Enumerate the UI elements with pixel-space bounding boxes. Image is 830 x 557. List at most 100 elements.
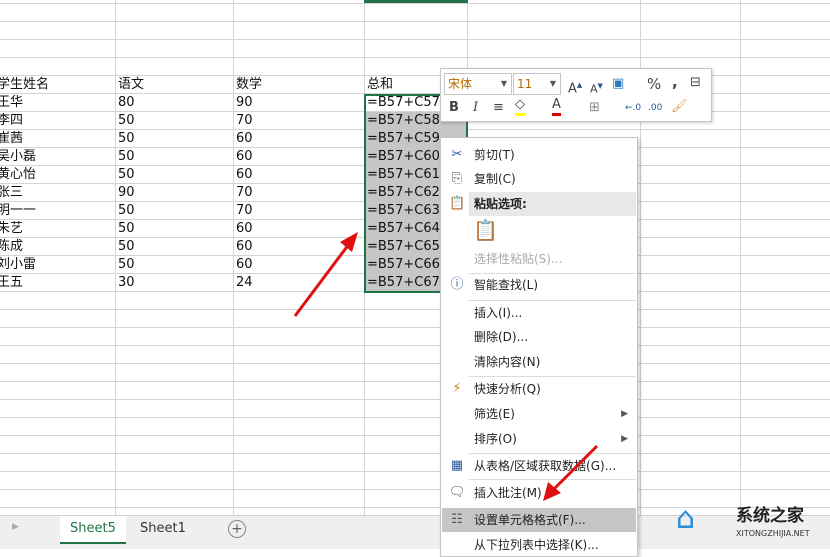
table-cell[interactable]: 张三	[0, 184, 107, 202]
menu-item-sort[interactable]: 排序(O) ▶	[442, 427, 636, 451]
italic-icon[interactable]: I	[473, 99, 478, 117]
paste-options-header: 粘贴选项:	[469, 192, 636, 216]
menu-item-format-cells[interactable]: ☷ 设置单元格格式(F)...	[442, 508, 636, 532]
add-sheet-button[interactable]: +	[228, 520, 246, 538]
menu-item-filter[interactable]: 筛选(E) ▶	[442, 402, 636, 426]
menu-label: 插入批注(M)	[474, 486, 542, 500]
tab-sheet1[interactable]: Sheet1	[130, 516, 196, 544]
table-cell[interactable]: 李四	[0, 112, 107, 130]
menu-item-copy[interactable]: ⎘ 复制(C)	[442, 167, 636, 191]
table-cell[interactable]: 60	[236, 148, 346, 166]
paste-option-icon[interactable]: 📋	[473, 218, 498, 242]
table-cell[interactable]: 60	[236, 130, 346, 148]
font-size-select[interactable]: 11 ▼	[513, 73, 561, 95]
table-cell[interactable]: 50	[118, 238, 228, 256]
table-cell[interactable]: 50	[118, 202, 228, 220]
comma-style-button[interactable]: ,	[672, 73, 678, 91]
decrease-decimal-icon[interactable]: .00	[648, 99, 662, 117]
increase-font-icon[interactable]: A▲	[568, 76, 582, 98]
borders-icon[interactable]: ⊞	[589, 99, 600, 117]
table-cell[interactable]: 50	[118, 166, 228, 184]
submenu-arrow-icon: ▶	[621, 409, 628, 419]
menu-label: 粘贴选项:	[474, 197, 527, 211]
percent-style-button[interactable]: %	[647, 75, 661, 93]
header-cell[interactable]: 语文	[118, 76, 228, 94]
table-cell[interactable]: 明一一	[0, 202, 107, 220]
accounting-format-icon[interactable]: ▣	[612, 75, 624, 93]
font-name-select[interactable]: 宋体 ▼	[444, 73, 512, 95]
table-cell[interactable]: 90	[118, 184, 228, 202]
menu-label: 复制(C)	[474, 172, 516, 186]
header-cell[interactable]: 数学	[236, 76, 346, 94]
menu-item-cut[interactable]: ✂ 剪切(T)	[442, 143, 636, 167]
table-cell[interactable]: 刘小雷	[0, 256, 107, 274]
watermark-name: 系统之家	[736, 506, 804, 526]
menu-item-smart-lookup[interactable]: ⓘ 智能查找(L)	[442, 273, 636, 297]
font-size: 11	[517, 77, 533, 91]
chevron-down-icon: ▼	[500, 79, 507, 88]
table-cell[interactable]: 王五	[0, 274, 107, 292]
table-cell[interactable]: 吴小磊	[0, 148, 107, 166]
mini-toolbar: 宋体 ▼ 11 ▼ A▲ A▼ ▣ % , ⊟ B I ≡ ◇ A ⊞ ←.0 .0…	[440, 68, 712, 122]
table-cell[interactable]: 50	[118, 256, 228, 274]
selected-column-indicator	[364, 0, 468, 3]
table-cell[interactable]: 50	[118, 112, 228, 130]
menu-separator	[469, 479, 636, 480]
table-cell[interactable]: 70	[236, 184, 346, 202]
format-painter-icon[interactable]: 🖌	[671, 98, 688, 116]
chevron-down-icon: ▼	[549, 79, 556, 88]
bold-icon[interactable]: B	[449, 99, 459, 117]
table-cell[interactable]: 60	[236, 166, 346, 184]
scroll-tabs-icon[interactable]: ▶	[12, 522, 19, 532]
column-divider	[740, 0, 741, 515]
menu-item-delete[interactable]: 删除(D)...	[442, 325, 636, 349]
menu-item-clear-contents[interactable]: 清除内容(N)	[442, 350, 636, 374]
table-cell[interactable]: 50	[118, 220, 228, 238]
menu-label: 插入(I)...	[474, 306, 523, 320]
table-cell[interactable]: 70	[236, 112, 346, 130]
watermark-url: XITONGZHIJIA.NET	[736, 529, 810, 538]
menu-label: 删除(D)...	[474, 330, 529, 344]
table-cell[interactable]: 60	[236, 256, 346, 274]
paste-icon: 📋	[449, 196, 466, 211]
menu-item-pick-from-list[interactable]: 从下拉列表中选择(K)...	[442, 533, 636, 557]
table-cell[interactable]: 王华	[0, 94, 107, 112]
context-menu: ✂ 剪切(T) ⎘ 复制(C) 粘贴选项: 📋 📋 选择性粘贴(S)... ⓘ 智能查…	[440, 137, 638, 557]
comment-icon: 🗨	[448, 485, 466, 500]
table-cell[interactable]: 30	[118, 274, 228, 292]
column-divider	[233, 0, 234, 515]
wrap-format-icon[interactable]: ⊟	[690, 74, 701, 92]
table-cell[interactable]: 70	[236, 202, 346, 220]
menu-item-quick-analysis[interactable]: ⚡ 快速分析(Q)	[442, 377, 636, 401]
menu-label: 筛选(E)	[474, 407, 515, 421]
table-cell[interactable]: 陈成	[0, 238, 107, 256]
increase-decimal-icon[interactable]: ←.0	[625, 99, 641, 117]
table-cell[interactable]: 60	[236, 238, 346, 256]
font-color-icon[interactable]: A	[552, 97, 561, 116]
table-cell[interactable]: 60	[236, 220, 346, 238]
format-cells-icon: ☷	[451, 512, 463, 527]
table-cell[interactable]: 50	[118, 148, 228, 166]
font-name: 宋体	[448, 77, 473, 91]
table-cell[interactable]: 80	[118, 94, 228, 112]
fill-color-icon[interactable]: ◇	[515, 97, 525, 116]
align-center-icon[interactable]: ≡	[493, 99, 504, 117]
tab-sheet5[interactable]: Sheet5	[60, 516, 126, 544]
table-cell[interactable]: 90	[236, 94, 346, 112]
table-icon: ▦	[450, 458, 464, 473]
table-cell[interactable]: 50	[118, 130, 228, 148]
column-divider	[115, 0, 116, 515]
table-cell[interactable]: 黄心怡	[0, 166, 107, 184]
menu-label: 快速分析(Q)	[474, 382, 541, 396]
table-cell[interactable]: 朱艺	[0, 220, 107, 238]
table-cell[interactable]: 24	[236, 274, 346, 292]
copy-icon: ⎘	[451, 171, 463, 186]
menu-item-insert[interactable]: 插入(I)...	[442, 301, 636, 325]
menu-label: 从下拉列表中选择(K)...	[474, 538, 599, 552]
decrease-font-icon[interactable]: A▼	[590, 77, 603, 99]
menu-item-get-data[interactable]: ▦ 从表格/区域获取数据(G)...	[442, 454, 636, 478]
header-cell[interactable]: 学生姓名	[0, 76, 107, 94]
submenu-arrow-icon: ▶	[621, 434, 628, 444]
menu-item-insert-comment[interactable]: 🗨 插入批注(M)	[442, 481, 636, 505]
table-cell[interactable]: 崔茜	[0, 130, 107, 148]
